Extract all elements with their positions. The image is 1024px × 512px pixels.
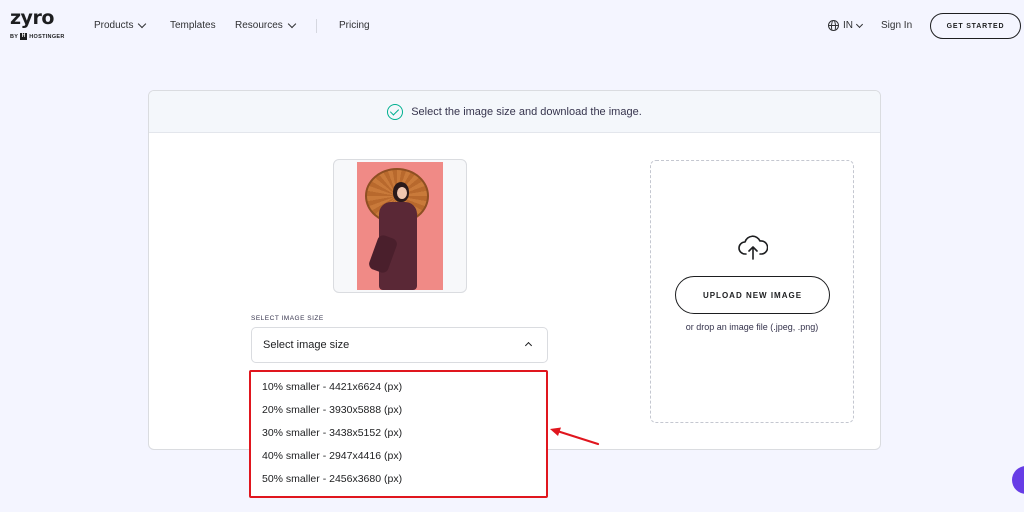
sign-in-link[interactable]: Sign In bbox=[881, 20, 912, 31]
language-label: IN bbox=[843, 20, 853, 31]
chat-widget-button[interactable] bbox=[1012, 466, 1024, 494]
size-option[interactable]: 50% smaller - 2456x3680 (px) bbox=[262, 473, 402, 485]
nav-templates-label: Templates bbox=[170, 20, 216, 31]
banner-text: Select the image size and download the i… bbox=[411, 105, 642, 118]
image-preview bbox=[333, 159, 467, 293]
hostinger-mark-icon: H bbox=[20, 33, 28, 40]
size-option[interactable]: 10% smaller - 4421x6624 (px) bbox=[262, 381, 402, 393]
chevron-down-icon bbox=[138, 19, 147, 29]
nav-products[interactable]: Products bbox=[94, 19, 147, 31]
image-size-select[interactable]: Select image size bbox=[251, 327, 548, 363]
chevron-down-icon bbox=[855, 20, 864, 28]
size-option[interactable]: 30% smaller - 3438x5152 (px) bbox=[262, 427, 402, 439]
check-circle-icon bbox=[387, 103, 404, 120]
logo-byline: BY H HOSTINGER bbox=[10, 33, 68, 40]
nav-pricing-label: Pricing bbox=[339, 20, 370, 31]
get-started-button[interactable]: GET STARTED bbox=[930, 13, 1021, 39]
nav-resources-label: Resources bbox=[235, 20, 283, 31]
nav-templates[interactable]: Templates bbox=[170, 20, 216, 31]
drop-hint-text: or drop an image file (.jpeg, .png) bbox=[685, 322, 819, 332]
red-arrow-annotation bbox=[550, 427, 600, 446]
globe-icon bbox=[828, 20, 839, 31]
zyro-logo[interactable]: zyro BY H HOSTINGER bbox=[10, 9, 68, 45]
chevron-up-icon bbox=[524, 341, 533, 350]
image-size-options: 10% smaller - 4421x6624 (px) 20% smaller… bbox=[249, 370, 548, 498]
size-option[interactable]: 20% smaller - 3930x5888 (px) bbox=[262, 404, 402, 416]
nav-resources[interactable]: Resources bbox=[235, 19, 297, 31]
logo-wordmark: zyro bbox=[10, 7, 54, 29]
success-banner: Select the image size and download the i… bbox=[149, 91, 880, 133]
uploaded-photo bbox=[357, 162, 443, 290]
upload-new-image-button[interactable]: UPLOAD NEW IMAGE bbox=[675, 276, 830, 314]
image-size-label: SELECT IMAGE SIZE bbox=[251, 315, 324, 322]
top-navigation: zyro BY H HOSTINGER Products Templates R… bbox=[0, 0, 1024, 54]
upload-dropzone[interactable]: UPLOAD NEW IMAGE or drop an image file (… bbox=[650, 160, 854, 423]
photo-person-face bbox=[397, 187, 407, 199]
logo-brand: HOSTINGER bbox=[29, 33, 65, 40]
language-selector[interactable]: IN bbox=[828, 20, 864, 31]
chevron-down-icon bbox=[287, 19, 297, 29]
logo-by: BY bbox=[10, 33, 19, 40]
nav-products-label: Products bbox=[94, 20, 134, 31]
cloud-upload-icon bbox=[738, 235, 768, 260]
image-size-select-value: Select image size bbox=[263, 339, 350, 351]
nav-divider bbox=[316, 19, 317, 33]
nav-pricing[interactable]: Pricing bbox=[339, 20, 370, 31]
sign-in-label: Sign In bbox=[881, 20, 913, 31]
size-option[interactable]: 40% smaller - 2947x4416 (px) bbox=[262, 450, 402, 462]
